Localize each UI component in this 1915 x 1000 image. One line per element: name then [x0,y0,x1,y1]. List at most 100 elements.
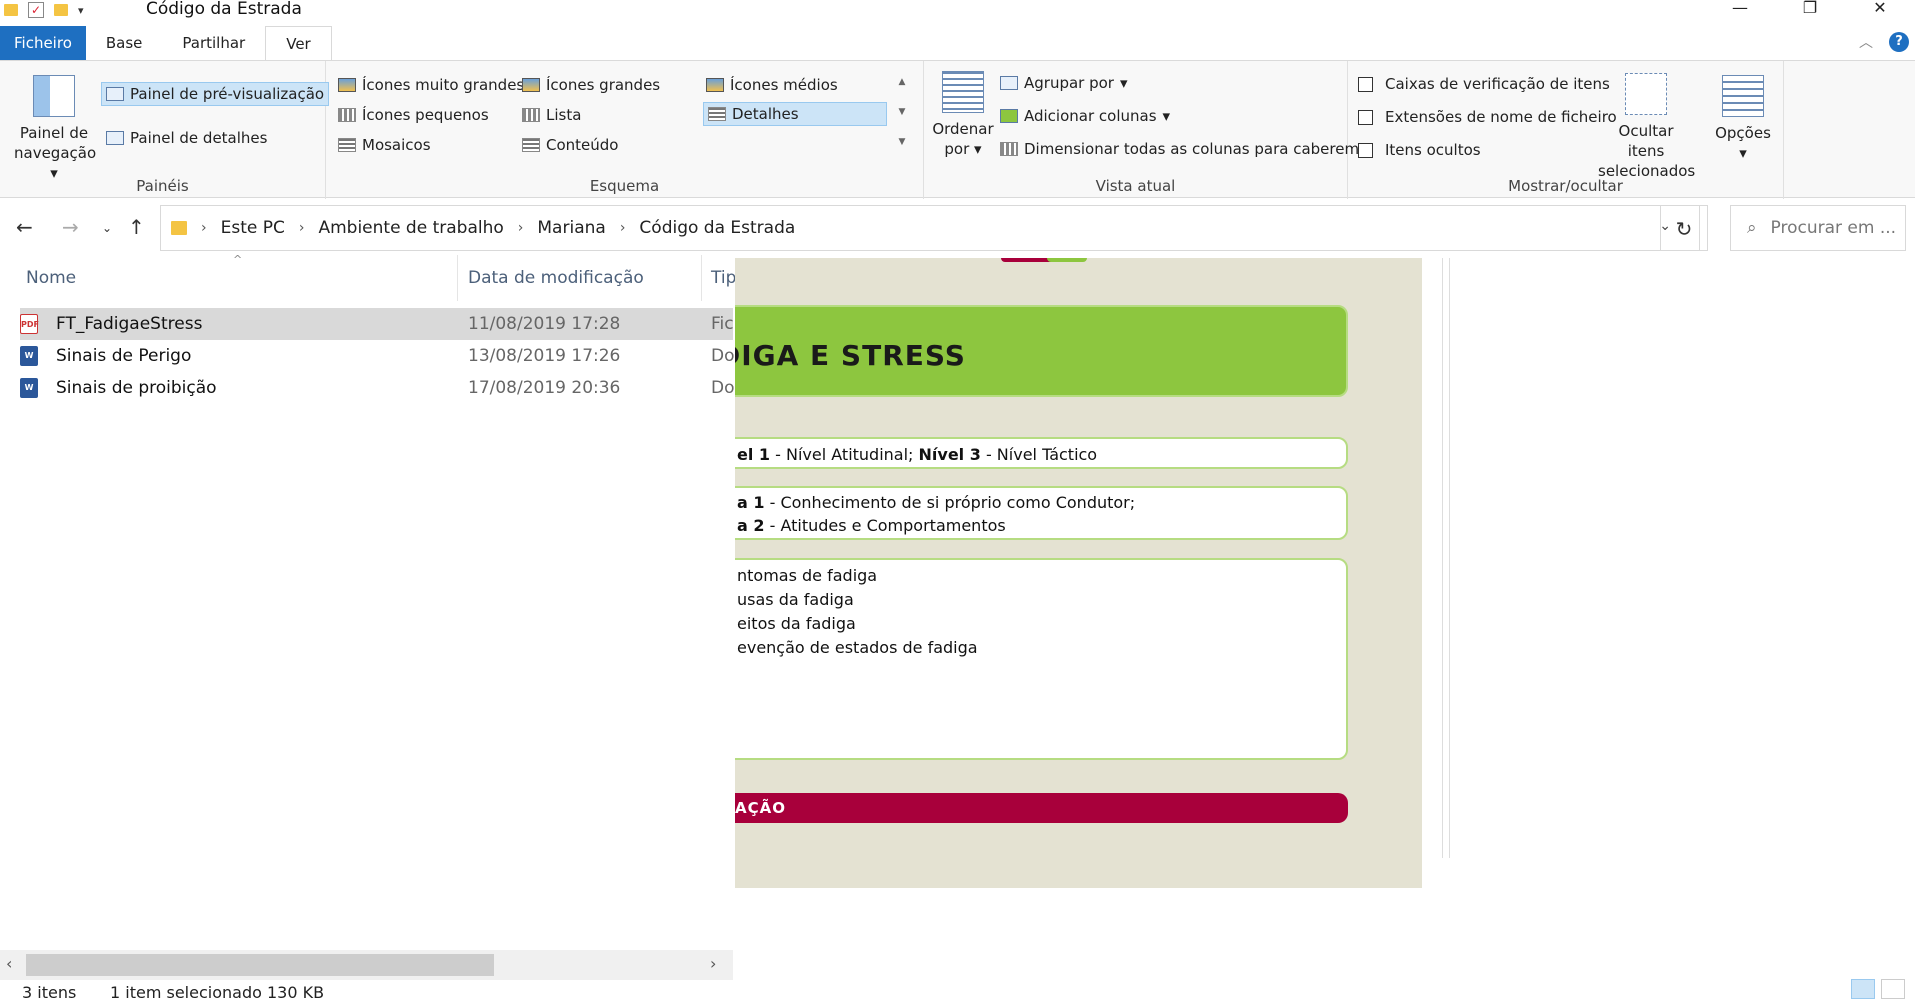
level-line: el 1 - Nível Atitudinal; Nível 3 - Nível… [737,445,1097,464]
group-vista-atual-label: Vista atual [1095,177,1176,195]
window-title: Código da Estrada [146,0,302,19]
checkbox-icon[interactable] [1358,109,1373,125]
details-view-button[interactable] [1851,979,1875,999]
new-folder-icon[interactable] [54,4,68,16]
column-name[interactable]: Nome [26,268,76,288]
column-divider[interactable] [701,255,702,301]
column-type[interactable]: Tip [711,268,736,288]
table-row[interactable]: W Sinais de Perigo 13/08/2019 17:26 Do [20,340,735,372]
level-d: - Nível Táctico [980,445,1098,464]
refresh-button[interactable]: ↻ [1660,205,1708,251]
file-name: Sinais de proibição [56,378,217,398]
search-input[interactable]: ⌕ Procurar em ... [1730,205,1906,251]
topic-line: usas da fadiga [737,590,854,609]
hidden-items-toggle[interactable]: Itens ocultos [1358,141,1481,159]
tab-partilhar[interactable]: Partilhar [162,26,265,60]
preview-pane-button[interactable]: Painel de pré-visualização [101,82,330,106]
scrollbar-thumb[interactable] [26,954,494,976]
properties-icon[interactable]: ✓ [28,2,44,18]
file-date: 13/08/2019 17:26 [468,346,621,366]
title-bar: ✓ ▾ Código da Estrada — ❐ ✕ [0,0,1915,20]
forward-icon[interactable]: → [62,215,79,239]
options-button[interactable]: Opções ▾ [1710,75,1776,163]
group-paineis: Painel de navegação ▾ Painel de pré-visu… [0,61,330,199]
table-row[interactable]: W Sinais de proibição 17/08/2019 20:36 D… [20,372,735,404]
file-name: FT_FadigaeStress [56,314,203,334]
customize-toolbar-icon[interactable]: ▾ [78,4,84,17]
horizontal-scrollbar[interactable]: ‹ › [0,950,733,980]
layout-list[interactable]: Lista [522,106,581,124]
area2-b: - Atitudes e Comportamentos [764,516,1006,535]
word-file-icon: W [20,378,38,398]
layout-scroll-up-icon[interactable]: ▲ [895,77,909,87]
layout-medium-icons[interactable]: Ícones médios [706,76,838,94]
chevron-right-icon[interactable]: › [201,220,207,236]
layout-tiles[interactable]: Mosaicos [338,136,431,154]
preview-scrollbar[interactable] [1442,258,1450,858]
layout-scroll-down-icon[interactable]: ▼ [895,107,909,117]
preview-pane-label: Painel de pré-visualização [130,85,325,103]
nav-pane-button[interactable]: Painel de navegação ▾ [14,75,96,183]
group-by-button[interactable]: Agrupar por ▾ [1000,74,1128,92]
layout-label: Ícones pequenos [362,106,489,124]
layout-expand-icon[interactable]: ▼ [895,137,909,147]
close-button[interactable]: ✕ [1845,0,1915,20]
fit-columns-icon [1000,142,1018,156]
word-file-icon: W [20,346,38,366]
sort-by-button[interactable]: Ordenar por ▾ [932,71,994,159]
chevron-right-icon[interactable]: › [620,220,626,236]
layout-label: Lista [546,106,582,124]
breadcrumb-ambiente-trabalho[interactable]: Ambiente de trabalho [318,218,503,238]
folder-icon[interactable] [4,4,18,16]
collapse-ribbon-icon[interactable]: ︿ [1859,32,1873,52]
help-icon[interactable]: ? [1889,32,1909,52]
tab-base[interactable]: Base [86,26,163,60]
layout-details[interactable]: Detalhes [703,102,887,126]
details-pane-button[interactable]: Painel de detalhes [106,129,267,147]
column-date[interactable]: Data de modificação [468,268,644,288]
document-title: DIGA E STRESS [735,339,966,372]
add-columns-icon [1000,109,1018,123]
options-label: Opções [1715,124,1771,142]
file-date: 11/08/2019 17:28 [468,314,621,334]
topic-line: eitos da fadiga [737,614,856,633]
layout-large-icons[interactable]: Ícones grandes [522,76,660,94]
fit-columns-button[interactable]: Dimensionar todas as colunas para cabere… [1000,140,1359,158]
breadcrumb-este-pc[interactable]: Este PC [221,218,285,238]
address-bar[interactable]: › Este PC › Ambiente de trabalho › Maria… [160,205,1700,251]
restore-button[interactable]: ❐ [1775,0,1845,20]
scroll-left-icon[interactable]: ‹ [6,954,12,973]
item-checkboxes-toggle[interactable]: Caixas de verificação de itens [1358,75,1610,93]
chevron-right-icon[interactable]: › [299,220,305,236]
hide-selected-button[interactable]: Ocultar itens selecionados [1598,73,1695,181]
chevron-right-icon[interactable]: › [518,220,524,236]
layout-label: Mosaicos [362,136,431,154]
breadcrumb-codigo-estrada[interactable]: Código da Estrada [639,218,795,238]
layout-extra-large-icons[interactable]: Ícones muito grandes [338,76,524,94]
preview-pane[interactable]: DIGA E STRESS el 1 - Nível Atitudinal; N… [735,258,1470,888]
breadcrumb-mariana[interactable]: Mariana [537,218,605,238]
document-title-banner: DIGA E STRESS [735,305,1348,397]
layout-label: Ícones médios [730,76,838,94]
layout-small-icons[interactable]: Ícones pequenos [338,106,489,124]
level-a: el 1 [737,445,771,464]
area2-a: a 2 [737,516,765,535]
file-type: Do [711,378,735,398]
add-columns-button[interactable]: Adicionar colunas ▾ [1000,107,1170,125]
up-icon[interactable]: ↑ [128,215,145,239]
tab-ficheiro[interactable]: Ficheiro [0,26,86,60]
checkbox-icon[interactable] [1358,142,1373,158]
large-icons-view-button[interactable] [1881,979,1905,999]
back-icon[interactable]: ← [16,215,33,239]
checkbox-icon[interactable] [1358,76,1373,92]
details-pane-icon [106,131,124,145]
extensions-toggle[interactable]: Extensões de nome de ficheiro [1358,108,1617,126]
recent-locations-icon[interactable]: ⌄ [102,221,112,235]
document-section-bar: AÇÃO [735,793,1348,823]
scroll-right-icon[interactable]: › [710,954,716,973]
column-divider[interactable] [457,255,458,301]
minimize-button[interactable]: — [1705,0,1775,20]
table-row[interactable]: PDF FT_FadigaeStress 11/08/2019 17:28 Fi… [20,308,734,340]
tab-ver[interactable]: Ver [265,26,332,60]
layout-content[interactable]: Conteúdo [522,136,618,154]
